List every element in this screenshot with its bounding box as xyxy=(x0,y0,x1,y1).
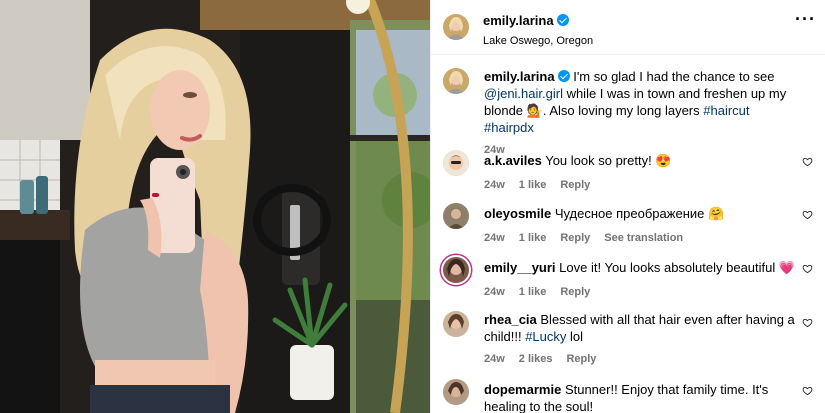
post-location[interactable]: Lake Oswego, Oregon xyxy=(483,35,593,47)
verified-badge-icon xyxy=(556,14,569,26)
comment-likes[interactable]: 1 like xyxy=(519,286,547,298)
caption-hashtag-haircut[interactable]: #haircut xyxy=(703,103,749,118)
comment-time[interactable]: 24w xyxy=(484,232,505,244)
comment-time[interactable]: 24w xyxy=(484,179,505,191)
comment-body: oleyosmile Чудесное преображение 🤗 24w 1 … xyxy=(484,205,802,244)
comment-text: Чудесное преображение 🤗 xyxy=(554,206,725,221)
post-header: emily.larina Lake Oswego, Oregon ··· xyxy=(431,0,825,55)
comment-meta: 24w 1 like Reply xyxy=(484,179,802,191)
comment-meta: 24w 1 like Reply See translation xyxy=(484,232,802,244)
caption-text-part1: I'm so glad I had the chance to see xyxy=(573,69,775,84)
more-options-icon[interactable]: ··· xyxy=(795,10,816,28)
comment-body: emily__yuri Love it! You looks absolutel… xyxy=(484,259,802,298)
heart-icon[interactable] xyxy=(802,209,813,220)
comment-avatar[interactable] xyxy=(443,150,469,176)
comment-time[interactable]: 24w xyxy=(484,353,505,365)
comment-reply-button[interactable]: Reply xyxy=(560,232,590,244)
comment-reply-button[interactable]: Reply xyxy=(566,353,596,365)
comment-text: Love it! You looks absolutely beautiful … xyxy=(559,260,796,275)
heart-icon[interactable] xyxy=(802,263,813,274)
comment-body: a.k.aviles You look so pretty! 😍 24w 1 li… xyxy=(484,152,802,191)
comment-username[interactable]: a.k.aviles xyxy=(484,153,542,168)
comment-username[interactable]: rhea_cia xyxy=(484,312,537,327)
comment-text: You look so pretty! 😍 xyxy=(545,153,672,168)
comment-time[interactable]: 24w xyxy=(484,286,505,298)
comment-username[interactable]: oleyosmile xyxy=(484,206,551,221)
mirror-selfie-image xyxy=(0,0,430,413)
header-text: emily.larina Lake Oswego, Oregon xyxy=(483,12,593,47)
comment-username[interactable]: emily__yuri xyxy=(484,260,556,275)
comment-text-end: lol xyxy=(566,329,584,344)
post-photo[interactable] xyxy=(0,0,430,413)
author-username[interactable]: emily.larina xyxy=(483,13,554,28)
author-avatar[interactable] xyxy=(443,14,469,40)
comment-body: rhea_cia Blessed with all that hair even… xyxy=(484,311,802,365)
heart-icon[interactable] xyxy=(802,156,813,167)
comment-avatar[interactable] xyxy=(443,257,469,283)
caption-mention-link[interactable]: @jeni.hair.girl xyxy=(484,86,563,101)
comment-username[interactable]: dopemarmie xyxy=(484,382,561,397)
comment-avatar[interactable] xyxy=(443,203,469,229)
caption-hashtag-hairpdx[interactable]: #hairpdx xyxy=(484,120,534,135)
comment-hashtag-lucky[interactable]: #Lucky xyxy=(525,329,566,344)
comment-avatar[interactable] xyxy=(443,311,469,337)
caption-avatar[interactable] xyxy=(443,68,469,94)
comment-likes[interactable]: 2 likes xyxy=(519,353,553,365)
comment-meta: 24w 1 like Reply xyxy=(484,286,802,298)
heart-icon[interactable] xyxy=(802,317,813,328)
caption-text: emily.larina I'm so glad I had the chanc… xyxy=(484,68,802,136)
post-side-panel: emily.larina Lake Oswego, Oregon ··· emi… xyxy=(430,0,825,413)
comment-reply-button[interactable]: Reply xyxy=(560,179,590,191)
comment-body: dopemarmie Stunner!! Enjoy that family t… xyxy=(484,381,802,413)
comment-likes[interactable]: 1 like xyxy=(519,232,547,244)
comment-likes[interactable]: 1 like xyxy=(519,179,547,191)
see-translation-button[interactable]: See translation xyxy=(604,232,683,244)
comment-avatar[interactable] xyxy=(443,379,469,405)
comment-meta: 24w 2 likes Reply xyxy=(484,353,802,365)
comment-reply-button[interactable]: Reply xyxy=(560,286,590,298)
caption-username[interactable]: emily.larina xyxy=(484,69,555,84)
heart-icon[interactable] xyxy=(802,385,813,396)
caption-body: emily.larina I'm so glad I had the chanc… xyxy=(484,68,802,156)
verified-badge-icon xyxy=(557,70,570,82)
